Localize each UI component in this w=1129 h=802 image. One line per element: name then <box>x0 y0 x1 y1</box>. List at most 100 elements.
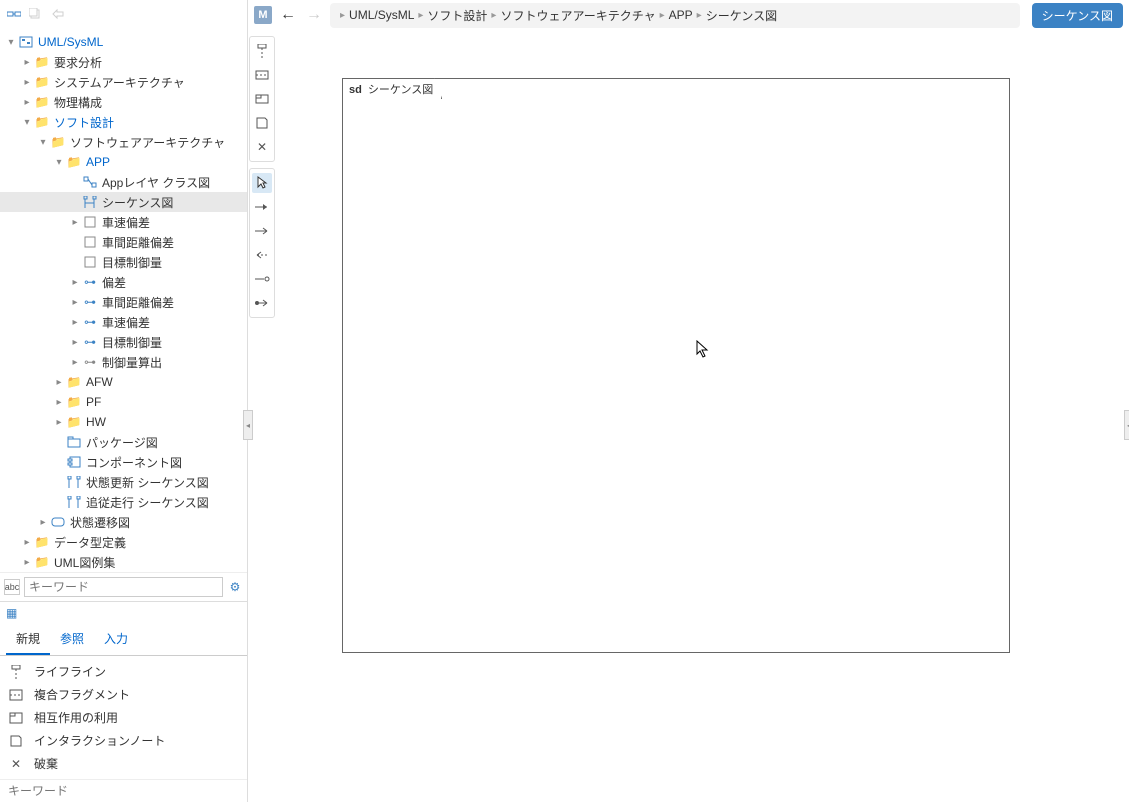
tree-node-follow[interactable]: ▸追従走行 シーケンス図 <box>0 492 247 512</box>
diagram-frame-label: sdシーケンス図 <box>342 78 442 99</box>
expand-arrow[interactable]: ▸ <box>20 535 34 549</box>
tool-note-icon[interactable] <box>252 113 272 133</box>
search-type-icon[interactable]: abc <box>4 579 20 595</box>
tool-destroy-icon[interactable]: ✕ <box>252 137 272 157</box>
expand-arrow[interactable]: ▸ <box>20 55 34 69</box>
folder-icon: 📁 <box>50 135 66 149</box>
palette-destroy[interactable]: ✕破棄 <box>0 752 247 775</box>
expand-arrow[interactable]: ▸ <box>52 415 66 429</box>
crumb[interactable]: シーケンス図 <box>706 7 777 24</box>
expand-arrow[interactable]: ▾ <box>52 155 66 169</box>
tree-node-stateupd[interactable]: ▸状態更新 シーケンス図 <box>0 472 247 492</box>
crumb[interactable]: ソフトウェアアーキテクチャ <box>500 7 655 24</box>
tree-node-appclass[interactable]: ▸Appレイヤ クラス図 <box>0 172 247 192</box>
toolbar-icon-2[interactable] <box>28 6 44 22</box>
tree-node-comp[interactable]: ▸コンポーネント図 <box>0 452 247 472</box>
tree-node-req[interactable]: ▸📁要求分析 <box>0 52 247 72</box>
expand-arrow[interactable]: ▸ <box>68 315 82 329</box>
tree-label: シーケンス図 <box>102 194 173 211</box>
tree-node-afw[interactable]: ▸📁AFW <box>0 372 247 392</box>
search-row: abc ⚙ <box>0 572 247 601</box>
expand-arrow[interactable]: ▸ <box>68 355 82 369</box>
sequence-icon <box>66 475 82 489</box>
crumb[interactable]: UML/SysML <box>349 8 414 22</box>
left-splitter[interactable]: ◂ <box>243 410 253 440</box>
tree-node-examples[interactable]: ▸📁UML図例集 <box>0 552 247 572</box>
expand-arrow[interactable]: ▸ <box>68 215 82 229</box>
tool-ref-icon[interactable] <box>252 89 272 109</box>
tool-async-msg-icon[interactable] <box>252 221 272 241</box>
palette-tabs: 新規 参照 入力 <box>0 624 247 656</box>
tree-node-sysarch[interactable]: ▸📁システムアーキテクチャ <box>0 72 247 92</box>
tool-sync-msg-icon[interactable] <box>252 197 272 217</box>
crumb[interactable]: APP <box>669 8 693 22</box>
search-filter-icon[interactable]: ⚙ <box>227 579 243 595</box>
tree-node-target[interactable]: ▸目標制御量 <box>0 252 247 272</box>
tool-create-msg-icon[interactable] <box>252 269 272 289</box>
model-tree: ▾UML/SysML ▸📁要求分析 ▸📁システムアーキテクチャ ▸📁物理構成 ▾… <box>0 28 247 572</box>
tree-label: HW <box>86 415 106 429</box>
tree-node-hw[interactable]: ▸📁 HW <box>0 412 247 432</box>
tree-node-speeddev[interactable]: ▸⊶車速偏差 <box>0 312 247 332</box>
tree-node-pkg[interactable]: ▸パッケージ図 <box>0 432 247 452</box>
tree-node-speed[interactable]: ▸車速偏差 <box>0 212 247 232</box>
folder-icon: 📁 <box>66 415 82 429</box>
tree-label: ソフトウェアアーキテクチャ <box>70 134 225 151</box>
tool-pointer-icon[interactable] <box>252 173 272 193</box>
tree-node-phys[interactable]: ▸📁物理構成 <box>0 92 247 112</box>
tree-node-root[interactable]: ▾UML/SysML <box>0 32 247 52</box>
palette-note[interactable]: インタラクションノート <box>0 729 247 752</box>
component-icon <box>66 455 82 469</box>
expand-arrow[interactable]: ▸ <box>36 515 50 529</box>
interuse-icon <box>8 711 24 725</box>
block-icon <box>82 235 98 249</box>
tree-node-statetrans[interactable]: ▸状態遷移図 <box>0 512 247 532</box>
expand-arrow[interactable]: ▾ <box>4 35 18 49</box>
tree-label: 目標制御量 <box>102 334 162 351</box>
tree-node-dist[interactable]: ▸車間距離偏差 <box>0 232 247 252</box>
tree-label: システムアーキテクチャ <box>54 74 185 91</box>
expand-arrow[interactable]: ▸ <box>20 75 34 89</box>
expand-arrow[interactable]: ▸ <box>52 375 66 389</box>
expand-arrow[interactable]: ▸ <box>20 95 34 109</box>
search-input[interactable] <box>24 577 223 597</box>
model-badge[interactable]: M <box>254 6 272 24</box>
tree-node-targetctrl[interactable]: ▸⊶目標制御量 <box>0 332 247 352</box>
toolbar-icon-1[interactable] <box>6 6 22 22</box>
tree-node-seq[interactable]: ▸シーケンス図 <box>0 192 247 212</box>
tab-ref[interactable]: 参照 <box>50 624 94 655</box>
tool-reply-msg-icon[interactable] <box>252 245 272 265</box>
tree-node-distdev[interactable]: ▸⊶車間距離偏差 <box>0 292 247 312</box>
palette-interuse[interactable]: 相互作用の利用 <box>0 706 247 729</box>
expand-arrow[interactable]: ▸ <box>52 395 66 409</box>
expand-arrow[interactable]: ▸ <box>68 295 82 309</box>
right-splitter[interactable]: ◂ <box>1124 410 1129 440</box>
palette-lifeline[interactable]: ライフライン <box>0 660 247 683</box>
tree-node-datadef[interactable]: ▸📁データ型定義 <box>0 532 247 552</box>
tree-node-swarch[interactable]: ▾📁 ソフトウェアアーキテクチャ <box>0 132 247 152</box>
tool-combined-icon[interactable] <box>252 65 272 85</box>
tool-lifeline-icon[interactable] <box>252 41 272 61</box>
tab-new[interactable]: 新規 <box>6 624 50 655</box>
expand-arrow[interactable]: ▸ <box>68 335 82 349</box>
expand-arrow[interactable]: ▾ <box>36 135 50 149</box>
tree-node-pf[interactable]: ▸📁PF <box>0 392 247 412</box>
tree-node-ctrlcalc[interactable]: ▸⊶制御量算出 <box>0 352 247 372</box>
tree-node-app[interactable]: ▾📁APP <box>0 152 247 172</box>
nav-forward[interactable]: → <box>304 5 324 25</box>
nav-back[interactable]: ← <box>278 5 298 25</box>
tool-lost-msg-icon[interactable] <box>252 293 272 313</box>
tree-node-soft[interactable]: ▾📁ソフト設計 <box>0 112 247 132</box>
expand-arrow[interactable]: ▸ <box>20 555 34 569</box>
interface-icon: ⊶ <box>82 295 98 309</box>
keyword-input[interactable] <box>0 779 247 802</box>
expand-arrow[interactable]: ▾ <box>20 115 34 129</box>
diagram-type-badge[interactable]: シーケンス図 <box>1032 3 1123 28</box>
diagram-canvas[interactable]: sdシーケンス図 <box>342 78 1010 653</box>
tree-node-dev[interactable]: ▸⊶偏差 <box>0 272 247 292</box>
tab-input[interactable]: 入力 <box>94 624 138 655</box>
crumb[interactable]: ソフト設計 <box>427 7 487 24</box>
palette-combined[interactable]: 複合フラグメント <box>0 683 247 706</box>
expand-arrow[interactable]: ▸ <box>68 275 82 289</box>
toolbar-icon-3[interactable] <box>50 6 66 22</box>
